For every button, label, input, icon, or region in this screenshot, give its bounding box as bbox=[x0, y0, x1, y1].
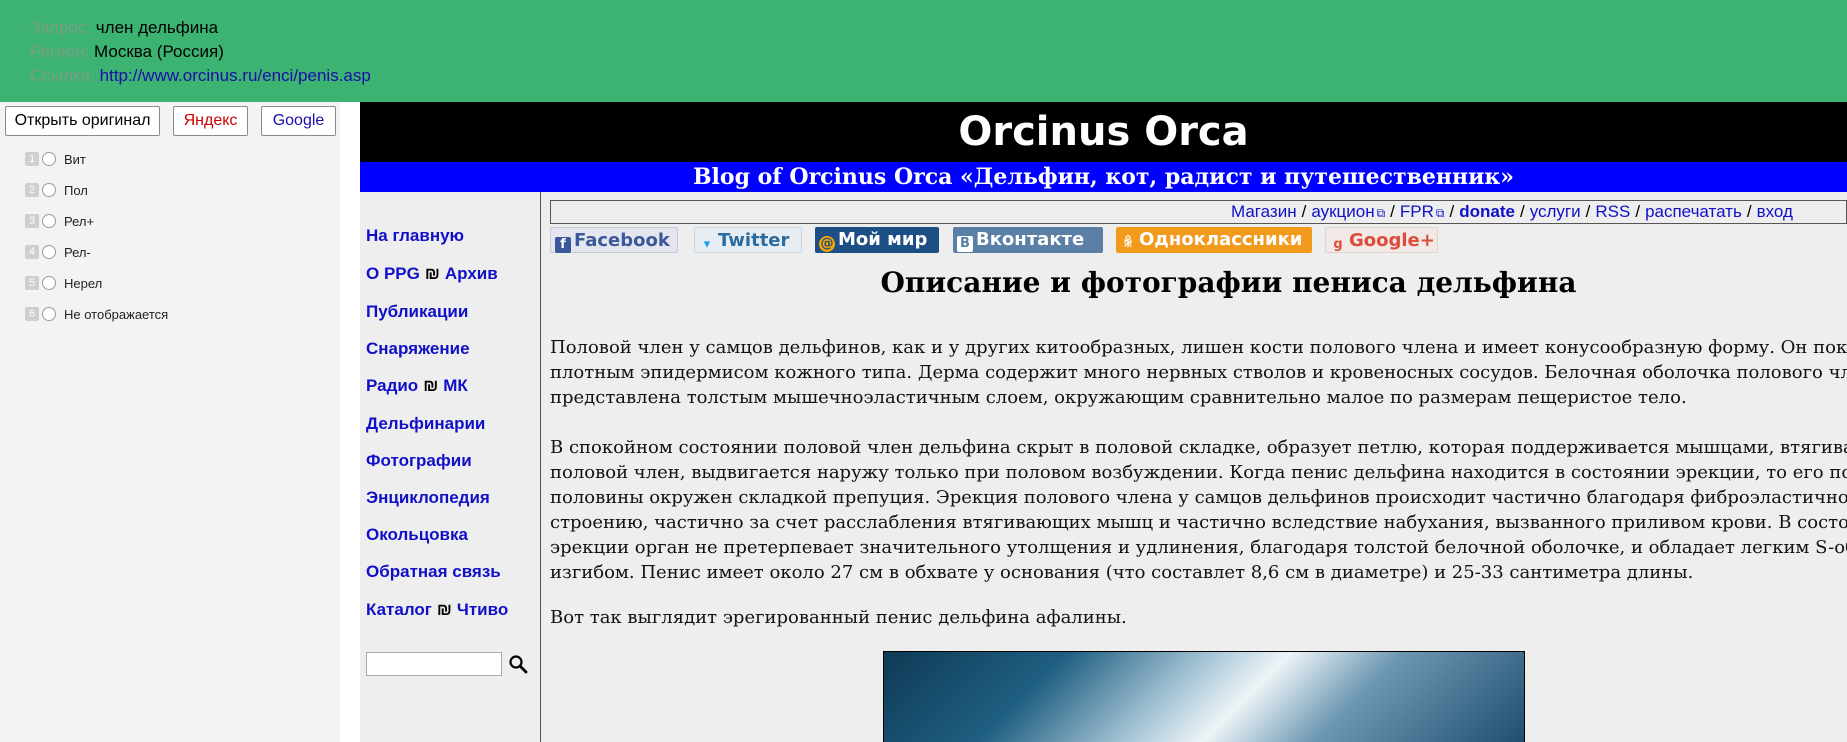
mailru-icon: @ bbox=[819, 236, 835, 252]
external-link-icon: ⧉ bbox=[1376, 206, 1386, 220]
region-label: Регион: bbox=[30, 42, 90, 61]
query-label: Запрос: bbox=[30, 18, 92, 37]
open-original-button[interactable]: Открыть оригинал bbox=[5, 106, 160, 136]
option-label: Нерел bbox=[64, 275, 103, 291]
site-title[interactable]: Orcinus Orca bbox=[360, 102, 1847, 162]
share-moimir-button[interactable]: @ Мой мир bbox=[815, 227, 939, 253]
rating-option-rel-plus[interactable]: 3 Рел+ bbox=[25, 212, 94, 230]
radio-button[interactable] bbox=[42, 183, 56, 197]
query-value: член дельфина bbox=[95, 18, 219, 37]
article-content: Магазин / аукцион ⧉ / FPR ⧉ / donate / услуги / RSS /… bbox=[550, 192, 1847, 742]
nav-home[interactable]: На главную bbox=[366, 226, 464, 246]
menu-rss[interactable]: RSS bbox=[1595, 202, 1630, 221]
odnoklassniki-icon: ꆜ bbox=[1122, 236, 1134, 251]
site-subtitle: Blog of Orcinus Orca «Дельфин, кот, ради… bbox=[360, 162, 1847, 192]
option-label: Рел+ bbox=[64, 213, 95, 229]
site-search-input[interactable] bbox=[366, 652, 502, 676]
dolphin-photo bbox=[883, 651, 1525, 742]
site-top-menu: Магазин / аукцион ⧉ / FPR ⧉ / donate / услуги / RSS /… bbox=[550, 200, 1847, 224]
menu-shop[interactable]: Магазин bbox=[1231, 202, 1297, 221]
rating-option-pol[interactable]: 2 Пол bbox=[25, 181, 88, 199]
radio-button[interactable] bbox=[42, 276, 56, 290]
option-label: Рел- bbox=[64, 244, 91, 260]
rating-option-nerel[interactable]: 5 Нерел bbox=[25, 274, 102, 292]
original-url-link[interactable]: http://www.orcinus.ru/enci/penis.asp bbox=[100, 66, 371, 85]
link-label: Ссылка: bbox=[30, 66, 95, 85]
googleplus-icon: g bbox=[1333, 237, 1343, 252]
search-icon[interactable] bbox=[508, 654, 528, 674]
option-label: Не отображается bbox=[64, 306, 169, 322]
menu-services[interactable]: услуги bbox=[1530, 202, 1581, 221]
rating-option-rel-minus[interactable]: 4 Рел- bbox=[25, 243, 91, 261]
nav-equipment[interactable]: Снаряжение bbox=[366, 339, 470, 359]
option-number: 2 bbox=[25, 183, 39, 197]
region-line: Регион: Москва (Россия) bbox=[30, 42, 224, 62]
share-vkontakte-button[interactable]: B Вконтакте bbox=[953, 227, 1103, 253]
facebook-icon: f bbox=[555, 237, 571, 253]
article-paragraph-2: В спокойном состоянии половой член дельф… bbox=[550, 437, 1847, 583]
share-twitter-button[interactable]: ▾ Twitter bbox=[694, 227, 802, 253]
google-button[interactable]: Google bbox=[261, 106, 336, 136]
radio-button[interactable] bbox=[42, 152, 56, 166]
nav-radio-mk[interactable]: Радио ₪ МК bbox=[366, 376, 468, 396]
option-number: 6 bbox=[25, 307, 39, 321]
menu-print[interactable]: распечатать bbox=[1645, 202, 1742, 221]
nav-dolphinariums[interactable]: Дельфинарии bbox=[366, 414, 485, 434]
option-label: Пол bbox=[64, 182, 88, 198]
nav-photos[interactable]: Фотографии bbox=[366, 451, 472, 471]
menu-auction[interactable]: аукцион bbox=[1311, 202, 1374, 221]
option-number: 1 bbox=[25, 152, 39, 166]
option-number: 3 bbox=[25, 214, 39, 228]
nav-encyclopedia[interactable]: Энциклопедия bbox=[366, 488, 490, 508]
radio-button[interactable] bbox=[42, 245, 56, 259]
query-line: Запрос: член дельфина bbox=[30, 18, 218, 38]
nav-ringing[interactable]: Окольцовка bbox=[366, 525, 468, 545]
rating-option-not-displayed[interactable]: 6 Не отображается bbox=[25, 305, 168, 323]
radio-button[interactable] bbox=[42, 307, 56, 321]
share-googleplus-button[interactable]: g Google+ bbox=[1325, 227, 1438, 253]
yandex-button[interactable]: Яндекс bbox=[173, 106, 248, 136]
option-number: 4 bbox=[25, 245, 39, 259]
article-paragraph-1: Половой член у самцов дельфинов, как и у… bbox=[550, 337, 1847, 408]
menu-fpr[interactable]: FPR bbox=[1400, 202, 1434, 221]
share-facebook-button[interactable]: f Facebook bbox=[550, 227, 678, 253]
menu-login[interactable]: вход bbox=[1757, 202, 1793, 221]
nav-feedback[interactable]: Обратная связь bbox=[366, 562, 501, 582]
radio-button[interactable] bbox=[42, 214, 56, 228]
query-header: Запрос: член дельфина Регион: Москва (Ро… bbox=[0, 0, 1847, 102]
article-heading: Описание и фотографии пениса дельфина bbox=[880, 266, 1577, 299]
rating-option-vit[interactable]: 1 Вит bbox=[25, 150, 86, 168]
external-link-icon: ⧉ bbox=[1435, 206, 1445, 220]
nav-about-archive[interactable]: О PPG ₪ Архив bbox=[366, 264, 498, 284]
region-value: Москва (Россия) bbox=[94, 42, 224, 61]
option-label: Вит bbox=[64, 151, 86, 167]
original-page-frame: Orcinus Orca Blog of Orcinus Orca «Дельф… bbox=[360, 102, 1847, 742]
link-line: Ссылка: http://www.orcinus.ru/enci/penis… bbox=[30, 66, 371, 86]
vk-icon: B bbox=[957, 236, 973, 252]
nav-catalog-reading[interactable]: Каталог ₪ Чтиво bbox=[366, 600, 508, 620]
share-odnoklassniki-button[interactable]: ꆜ Одноклассники bbox=[1116, 227, 1312, 253]
article-paragraph-3: Вот так выглядит эрегированный пенис дел… bbox=[550, 607, 1127, 628]
option-number: 5 bbox=[25, 276, 39, 290]
nav-publications[interactable]: Публикации bbox=[366, 302, 468, 322]
twitter-icon: ▾ bbox=[703, 237, 711, 252]
menu-donate[interactable]: donate bbox=[1459, 202, 1515, 221]
